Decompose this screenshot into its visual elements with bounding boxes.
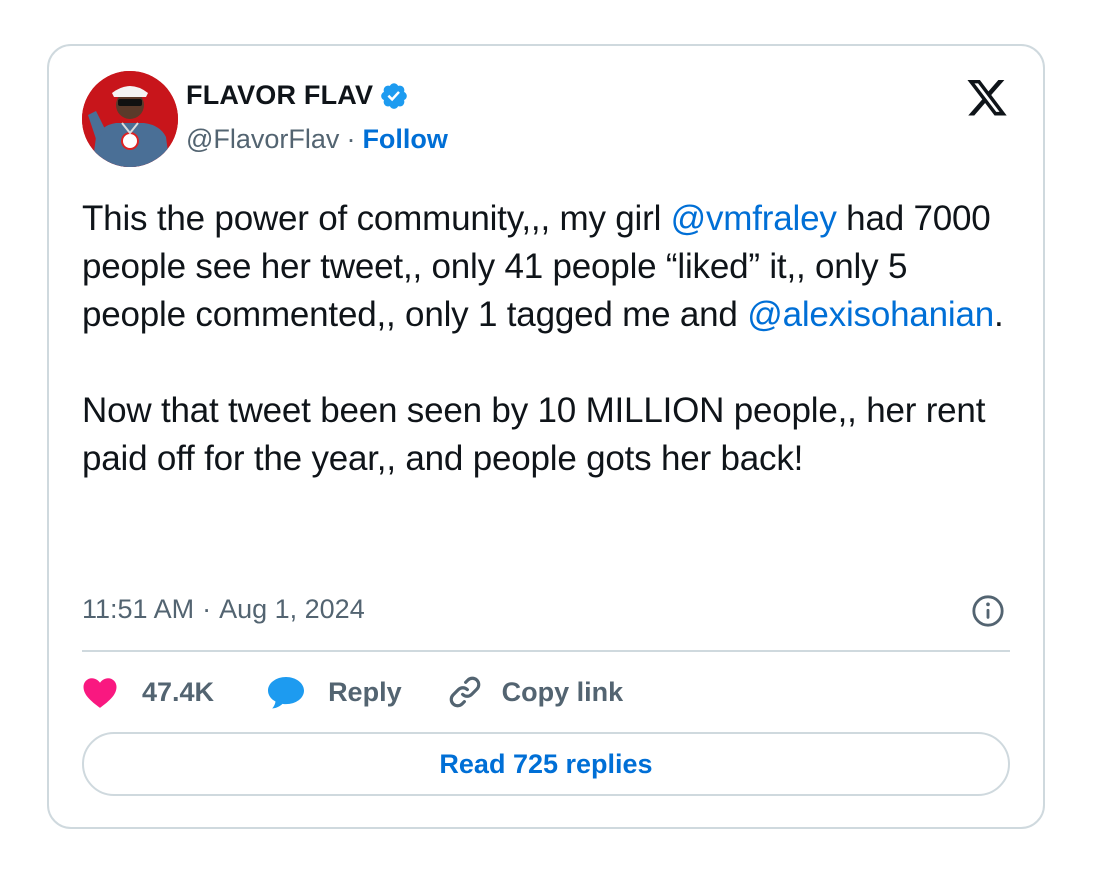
tweet-text-part: This the power of community,,, my girl — [82, 199, 671, 238]
link-icon — [446, 673, 484, 711]
tweet-date[interactable]: Aug 1, 2024 — [219, 594, 365, 625]
author-handle-row: @FlavorFlav · Follow — [186, 124, 448, 155]
reply-button[interactable]: Reply — [266, 674, 402, 710]
handle-separator: · — [346, 124, 356, 154]
mention-alexisohanian[interactable]: @alexisohanian — [747, 295, 994, 334]
like-button[interactable]: 47.4K — [82, 675, 214, 709]
tweet-paragraph-2: Now that tweet been seen by 10 MILLION p… — [82, 391, 986, 478]
info-icon[interactable] — [971, 594, 1005, 628]
x-logo-icon[interactable] — [965, 80, 1009, 120]
tweet-actions: 47.4K Reply Copy link — [82, 672, 623, 712]
reply-label: Reply — [328, 676, 402, 707]
follow-link[interactable]: Follow — [362, 124, 447, 155]
verified-badge-icon — [379, 81, 409, 111]
heart-icon — [82, 675, 118, 709]
tweet-card: FLAVOR FLAV @FlavorFlav · Follow This th… — [47, 44, 1045, 829]
read-replies-button[interactable]: Read 725 replies — [82, 732, 1010, 796]
meta-separator: · — [202, 594, 212, 624]
tweet-paragraph-1: This the power of community,,, my girl @… — [82, 195, 1012, 339]
author-display-name[interactable]: FLAVOR FLAV — [186, 80, 373, 111]
author-name-row: FLAVOR FLAV — [186, 80, 409, 111]
avatar[interactable] — [82, 71, 178, 167]
like-count: 47.4K — [142, 676, 215, 707]
tweet-text: This the power of community,,, my girl @… — [82, 195, 1012, 483]
mention-vmfraley[interactable]: @vmfraley — [671, 199, 837, 238]
tweet-meta: 11:51 AM · Aug 1, 2024 — [82, 594, 365, 625]
tweet-text-part: . — [994, 295, 1004, 334]
copy-link-label: Copy link — [501, 676, 624, 707]
avatar-image — [82, 71, 178, 167]
divider — [82, 650, 1010, 652]
author-handle[interactable]: @FlavorFlav — [186, 124, 339, 155]
speech-bubble-icon — [266, 674, 306, 710]
tweet-time[interactable]: 11:51 AM — [82, 594, 194, 625]
copy-link-button[interactable]: Copy link — [446, 673, 624, 711]
